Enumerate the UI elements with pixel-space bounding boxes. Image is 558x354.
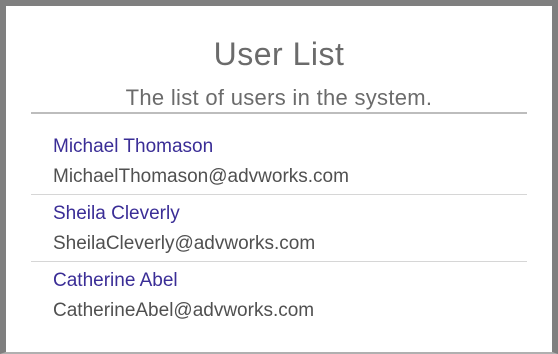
list-item[interactable]: Sheila Cleverly SheilaCleverly@advworks.… (31, 195, 527, 261)
user-name: Sheila Cleverly (53, 203, 180, 224)
user-name: Michael Thomason (53, 136, 214, 157)
page-title: User List (213, 36, 345, 72)
user-email: CatherineAbel@advworks.com (53, 300, 315, 321)
page-subtitle: The list of users in the system. (125, 85, 433, 110)
user-name: Catherine Abel (53, 270, 178, 291)
app-window: User List The list of users in the syste… (0, 0, 558, 354)
list-item[interactable]: Catherine Abel CatherineAbel@advworks.co… (31, 262, 527, 328)
list-item[interactable]: Michael Thomason MichaelThomason@advwork… (31, 114, 527, 194)
user-email: MichaelThomason@advworks.com (53, 166, 349, 187)
user-list: Michael Thomason MichaelThomason@advwork… (31, 114, 527, 328)
user-email: SheilaCleverly@advworks.com (53, 233, 316, 254)
